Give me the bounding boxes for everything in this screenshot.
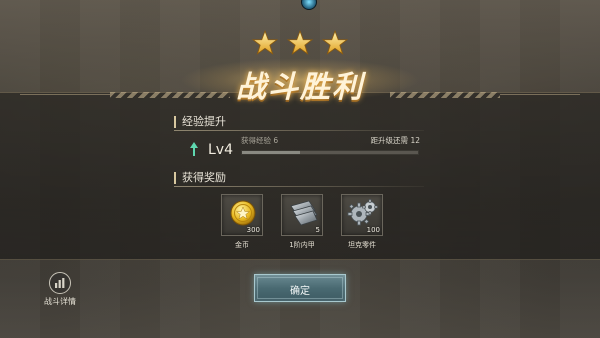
reward-slot: 300 [221,194,263,236]
battle-stats-label: 战斗详情 [44,297,76,306]
star-rating [252,30,348,58]
reward-label: 1阶内甲 [289,241,315,249]
bar-chart-icon [49,272,71,294]
reward-count: 100 [366,226,380,234]
reward-count: 300 [246,226,260,234]
reward-count: 5 [315,226,320,234]
reward-item-gold[interactable]: 300 金币 [221,194,263,250]
confirm-button[interactable]: 确定 [254,274,346,302]
gear-parts-icon [347,199,378,226]
armor-plate-icon [290,200,318,226]
exp-section-header: 经验提升 [174,116,226,128]
reward-label: 坦克零件 [348,241,376,249]
rewards-list: 300 金币 5 1阶内甲 100 坦克零件 [221,194,383,250]
reward-item-tank-parts[interactable]: 100 坦克零件 [341,194,383,250]
star-icon [287,30,313,55]
panel-trim-left [20,94,110,95]
player-level: Lv4 [208,142,233,158]
exp-progress-fill [242,151,301,154]
star-icon [252,30,278,55]
reward-slot: 5 [281,194,323,236]
level-up-arrow-icon [190,142,198,156]
exp-section-divider [174,130,424,131]
panel-trim-right [500,94,580,95]
exp-gained: 获得经验 6 [241,136,279,145]
rewards-section-divider [174,186,424,187]
reward-item-armor[interactable]: 5 1阶内甲 [281,194,323,250]
exp-progress-bar [241,150,419,155]
reward-slot: 100 [341,194,383,236]
battle-stats-button[interactable]: 战斗详情 [40,272,80,307]
confirm-button-label: 确定 [290,286,310,297]
gold-coin-icon [230,200,256,226]
reward-label: 金币 [235,241,249,249]
victory-title: 战斗胜利 [236,70,364,105]
rewards-section-header: 获得奖励 [174,172,226,184]
star-icon [322,30,348,55]
victory-title-banner: 战斗胜利 [180,58,420,105]
exp-to-next-level: 距升级还需 12 [370,136,420,145]
